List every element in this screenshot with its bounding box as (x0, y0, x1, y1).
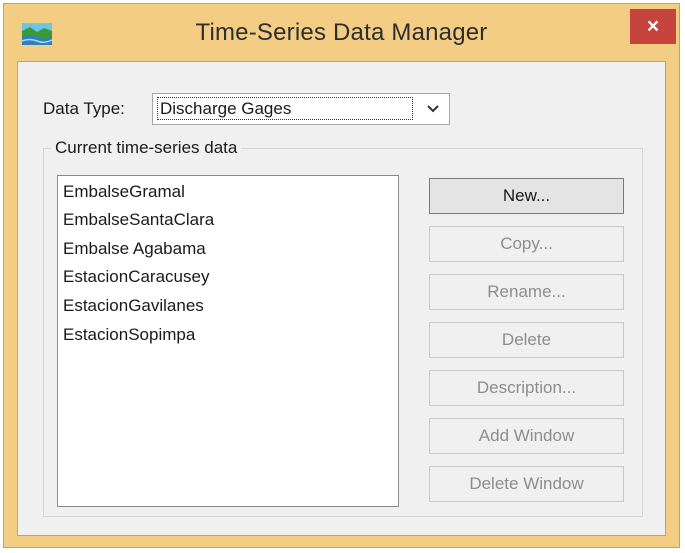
data-type-selected-value: Discharge Gages (157, 97, 413, 120)
list-item[interactable]: Embalse Agabama (63, 239, 206, 259)
list-item[interactable]: EstacionSopimpa (63, 325, 195, 345)
delete-window-button[interactable]: Delete Window (429, 466, 624, 502)
new-button[interactable]: New... (429, 178, 624, 214)
dialog-client-area: Data Type: Discharge Gages Current time-… (17, 61, 666, 536)
list-item[interactable]: EmbalseGramal (63, 182, 185, 202)
description-button[interactable]: Description... (429, 370, 624, 406)
add-window-button[interactable]: Add Window (429, 418, 624, 454)
list-item[interactable]: EstacionCaracusey (63, 267, 209, 287)
window-title: Time-Series Data Manager (195, 19, 488, 46)
copy-button[interactable]: Copy... (429, 226, 624, 262)
list-item[interactable]: EmbalseSantaClara (63, 210, 214, 230)
close-icon: × (646, 14, 660, 38)
dialog-window: Time-Series Data Manager × Data Type: Di… (3, 3, 680, 548)
close-button[interactable]: × (630, 9, 676, 44)
data-type-label: Data Type: (43, 99, 125, 118)
groupbox-label: Current time-series data (51, 138, 242, 158)
rename-button[interactable]: Rename... (429, 274, 624, 310)
title-bar[interactable]: Time-Series Data Manager × (4, 4, 679, 60)
chevron-down-icon[interactable] (417, 94, 449, 124)
list-item[interactable]: EstacionGavilanes (63, 296, 204, 316)
data-type-select[interactable]: Discharge Gages (152, 93, 450, 125)
delete-button[interactable]: Delete (429, 322, 624, 358)
time-series-list[interactable]: EmbalseGramal EmbalseSantaClara Embalse … (57, 175, 399, 507)
